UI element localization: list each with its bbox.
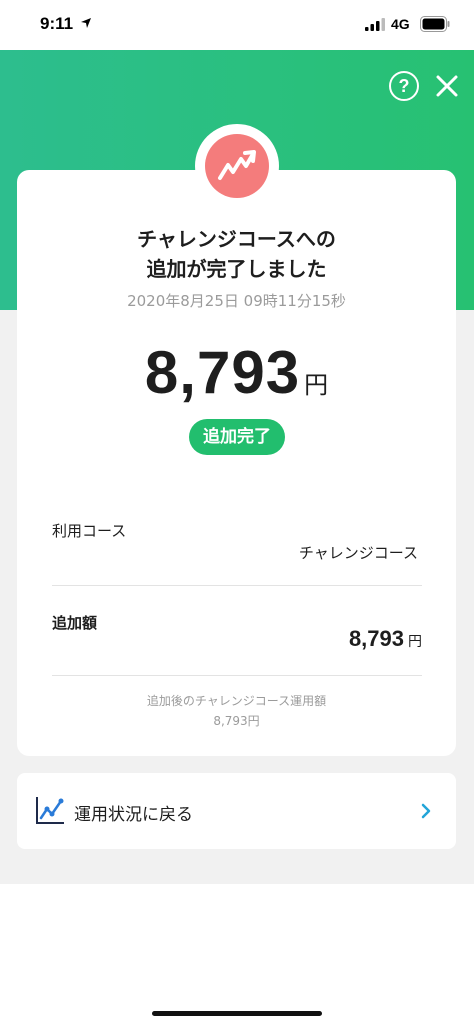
network-type: 4G bbox=[391, 16, 410, 32]
add-amount-label: 追加額 bbox=[52, 614, 98, 632]
balance-note-value: 8,793円 bbox=[213, 714, 260, 728]
help-button[interactable]: ? bbox=[389, 71, 419, 101]
amount-value: 8,793 bbox=[144, 339, 301, 406]
add-amount-display: 8,793 円 bbox=[349, 626, 422, 652]
back-to-status-label: 運用状況に戻る bbox=[74, 805, 193, 825]
title-line-2: 追加が完了しました bbox=[146, 257, 327, 281]
course-value: チャレンジコース bbox=[298, 544, 418, 562]
divider bbox=[52, 585, 422, 586]
course-label: 利用コース bbox=[52, 522, 127, 540]
completion-timestamp: 2020年8月25日 09時11分15秒 bbox=[127, 292, 346, 310]
status-time: 9:11 bbox=[40, 14, 74, 33]
back-to-status-button[interactable]: 運用状況に戻る bbox=[17, 773, 456, 849]
status-badge: 追加完了 bbox=[189, 419, 285, 455]
location-arrow-icon bbox=[81, 18, 91, 28]
chevron-right-icon bbox=[421, 803, 431, 819]
trend-up-icon bbox=[218, 150, 256, 180]
signal-strength-icon bbox=[365, 18, 385, 31]
challenge-course-avatar bbox=[205, 134, 269, 198]
home-indicator[interactable] bbox=[152, 1011, 322, 1016]
divider bbox=[52, 675, 422, 676]
amount-unit: 円 bbox=[304, 371, 329, 399]
amount-display: 8,793 円 bbox=[17, 338, 456, 407]
close-icon[interactable] bbox=[433, 72, 461, 100]
add-amount-value: 8,793 bbox=[348, 626, 404, 651]
status-bar: 9:11 4G bbox=[0, 0, 474, 50]
title-line-1: チャレンジコースへの bbox=[137, 227, 336, 251]
line-chart-icon bbox=[36, 797, 64, 824]
add-amount-unit: 円 bbox=[408, 634, 422, 650]
completion-title: チャレンジコースへの 追加が完了しました bbox=[17, 224, 456, 284]
balance-note-label: 追加後のチャレンジコース運用額 bbox=[146, 694, 327, 708]
battery-icon bbox=[420, 16, 450, 32]
